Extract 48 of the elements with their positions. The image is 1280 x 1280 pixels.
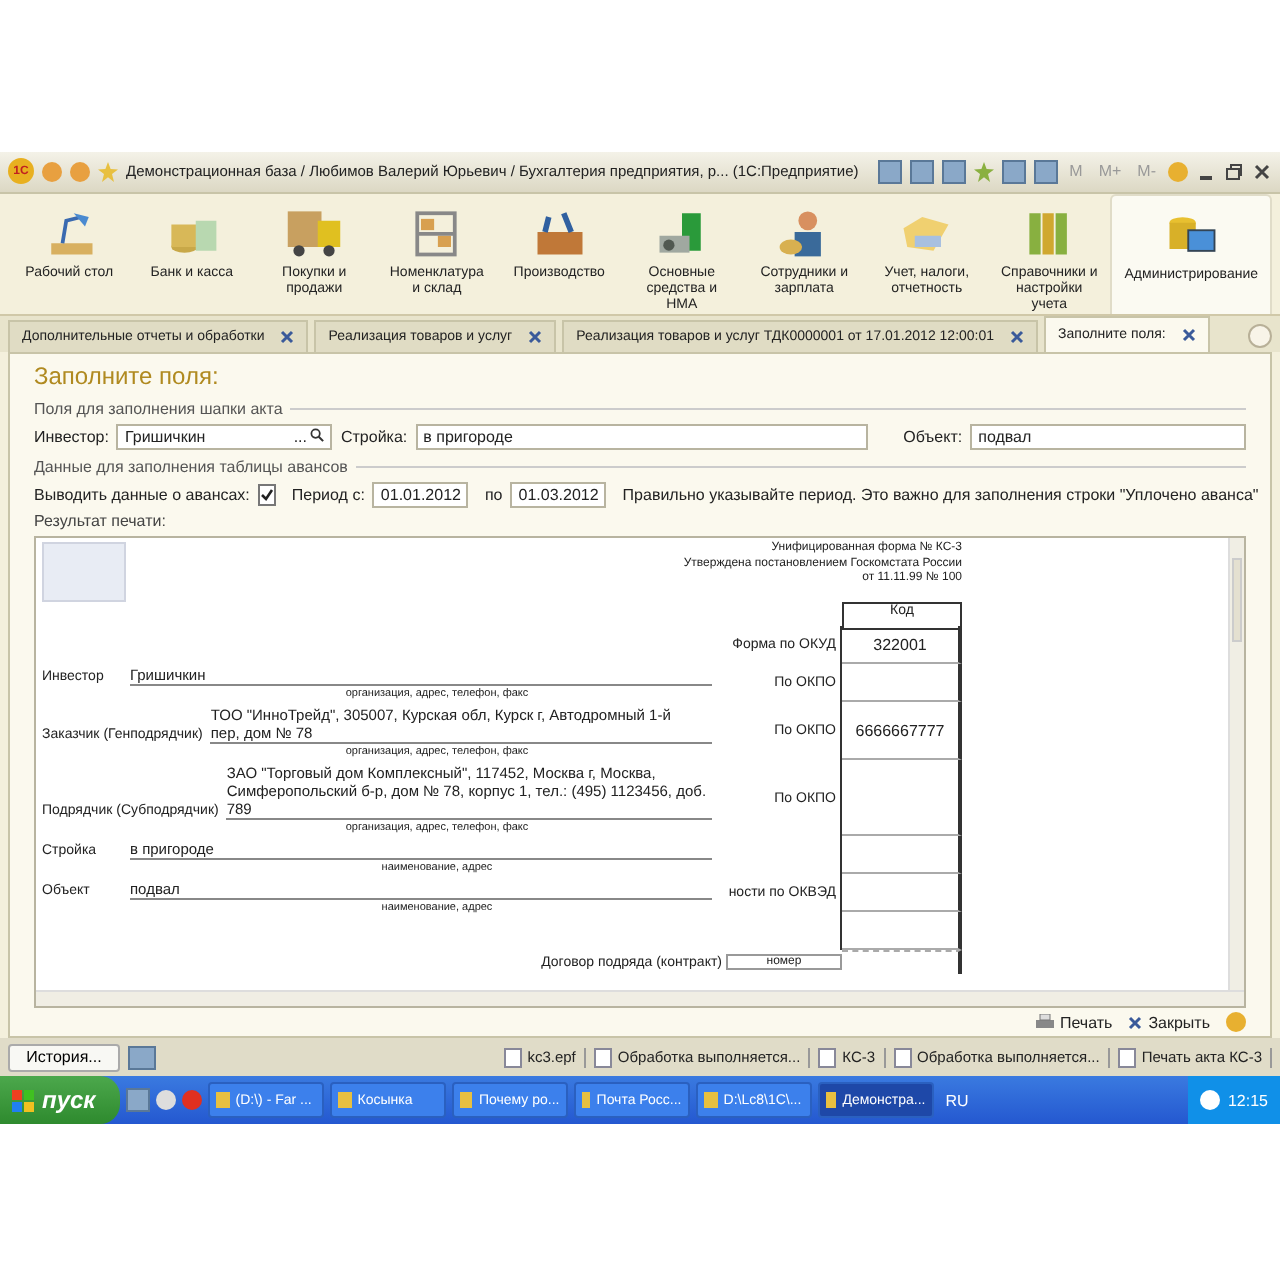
date-field[interactable]: 01.01.2012 bbox=[372, 482, 469, 509]
print-button[interactable]: Печать bbox=[1035, 1013, 1113, 1032]
close-icon bbox=[1128, 1015, 1143, 1030]
tray-icon[interactable] bbox=[1199, 1090, 1220, 1110]
hint-text: Правильно указывайте период. Это важно для заполнения строки "Уплочено аванса" bbox=[622, 486, 1259, 505]
close-icon[interactable] bbox=[280, 330, 295, 345]
restore-icon[interactable] bbox=[1224, 161, 1244, 182]
horizontal-scrollbar[interactable] bbox=[36, 990, 1244, 1007]
code-cell bbox=[842, 950, 962, 975]
object-field[interactable]: подвал bbox=[970, 424, 1246, 451]
search-icon[interactable] bbox=[310, 428, 325, 443]
quick-launch-icon[interactable] bbox=[125, 1088, 150, 1112]
image-placeholder bbox=[42, 542, 126, 603]
close-icon[interactable] bbox=[1010, 330, 1025, 345]
history-button[interactable]: История... bbox=[8, 1043, 120, 1072]
field-label: Период с: bbox=[291, 486, 365, 505]
star-icon[interactable] bbox=[98, 161, 118, 182]
star-icon[interactable] bbox=[973, 161, 994, 182]
group-header: Данные для заполнения таблицы авансов bbox=[34, 457, 348, 476]
close-icon[interactable] bbox=[1252, 161, 1272, 182]
form-heading: Заполните поля: bbox=[34, 360, 221, 395]
close-icon[interactable] bbox=[1181, 328, 1196, 343]
close-button[interactable]: Закрыть bbox=[1128, 1013, 1210, 1032]
field-label: Выводить данные о авансах: bbox=[34, 486, 250, 505]
date-field[interactable]: 01.03.2012 bbox=[510, 482, 607, 509]
windows-logo-icon bbox=[12, 1089, 34, 1111]
field-label: Инвестор: bbox=[34, 428, 109, 447]
field-label: по bbox=[484, 486, 503, 505]
code-cell bbox=[842, 836, 962, 875]
code-cell bbox=[842, 874, 962, 913]
field-label: Стройка: bbox=[340, 428, 408, 447]
site-field[interactable]: в пригороде bbox=[415, 424, 868, 451]
field-label: Объект: bbox=[903, 428, 963, 447]
checkbox[interactable] bbox=[257, 484, 276, 507]
code-cell: 322001 bbox=[842, 626, 962, 665]
group-header: Поля для заполнения шапки акта bbox=[34, 399, 283, 418]
vertical-scrollbar[interactable] bbox=[1228, 538, 1244, 991]
result-label: Результат печати: bbox=[34, 512, 168, 535]
quick-launch-icon[interactable] bbox=[155, 1090, 176, 1110]
code-cell: 6666667777 bbox=[842, 702, 962, 761]
start-button[interactable]: пуск bbox=[0, 1076, 120, 1124]
code-cell bbox=[842, 760, 962, 837]
close-icon[interactable] bbox=[528, 330, 543, 345]
language-indicator[interactable]: RU bbox=[939, 1091, 975, 1109]
code-cell bbox=[842, 664, 962, 703]
clock: 12:15 bbox=[1227, 1091, 1268, 1109]
investor-field[interactable]: Гришичкин ... bbox=[116, 424, 333, 451]
code-cell bbox=[842, 912, 962, 951]
